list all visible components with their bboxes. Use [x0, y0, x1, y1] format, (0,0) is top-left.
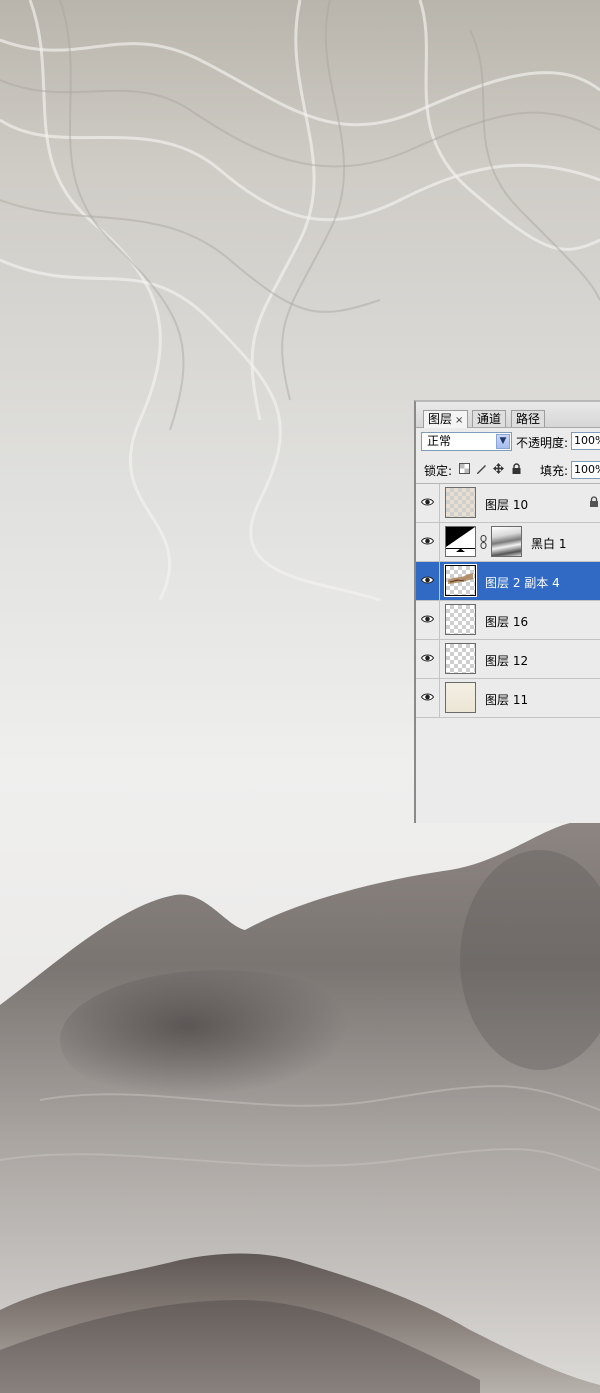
layer-name: 图层 10 [485, 498, 529, 512]
layer-thumbnail [444, 564, 477, 597]
layer-thumbnail [445, 643, 476, 674]
layer-name: 图层 12 [485, 654, 529, 668]
layer-name: 图层 11 [485, 693, 529, 707]
layer-thumbnail [445, 604, 476, 635]
layer-row[interactable]: 黑白 1 [416, 523, 600, 562]
visibility-eye-icon[interactable] [416, 679, 440, 717]
fill-input[interactable]: 100% [571, 461, 600, 479]
fill-label: 填充: [540, 464, 569, 478]
layer-row[interactable]: 图层 12 [416, 640, 600, 679]
link-chain-icon[interactable] [480, 535, 487, 552]
visibility-eye-icon[interactable] [416, 523, 440, 561]
layers-panel: 图层× 通道 路径 正常 ▼ 不透明度: 100% 锁定: 填充: 100% [414, 400, 600, 823]
close-icon[interactable]: × [455, 415, 463, 426]
tab-channels-label: 通道 [477, 412, 502, 426]
lock-fill-row: 锁定: 填充: 100% [416, 457, 600, 484]
lock-all-icon[interactable] [511, 463, 522, 474]
blend-mode-select[interactable]: 正常 ▼ [421, 432, 512, 451]
lock-label: 锁定: [424, 464, 453, 478]
layer-thumbnail [445, 487, 476, 518]
lock-image-icon[interactable] [476, 463, 487, 474]
tab-layers[interactable]: 图层 × [423, 410, 469, 428]
chevron-down-icon[interactable]: ▼ [496, 434, 510, 449]
lock-position-icon[interactable] [493, 463, 504, 474]
layer-thumbnail [445, 682, 476, 713]
tab-paths-label: 路径 [516, 412, 541, 426]
layer-row[interactable]: 图层 16 [416, 601, 600, 640]
layer-row[interactable]: 图层 10 [416, 484, 600, 523]
tab-paths[interactable]: 路径 [511, 410, 546, 427]
panel-tab-bar: 图层 × 通道 路径 [416, 402, 600, 428]
tab-channels[interactable]: 通道 [472, 410, 507, 427]
opacity-input[interactable]: 100% [571, 432, 600, 450]
visibility-eye-icon[interactable] [416, 562, 440, 600]
layer-name: 图层 2 副本 4 [485, 576, 560, 590]
layer-mask-thumbnail [491, 526, 522, 557]
layer-list: 图层 10 黑白 1 图层 2 副本 4 图层 16 图层 12 图层 11 [416, 484, 600, 718]
adjustment-thumbnail [445, 526, 476, 557]
layer-name: 黑白 1 [531, 537, 567, 551]
layer-lock-icon [589, 496, 599, 510]
blend-opacity-row: 正常 ▼ 不透明度: 100% [416, 429, 600, 455]
tab-layers-label: 图层 [428, 412, 453, 426]
visibility-eye-icon[interactable] [416, 601, 440, 639]
layer-row-selected[interactable]: 图层 2 副本 4 [416, 562, 600, 601]
layer-row[interactable]: 图层 11 [416, 679, 600, 718]
layer-name: 图层 16 [485, 615, 529, 629]
visibility-eye-icon[interactable] [416, 484, 440, 522]
visibility-eye-icon[interactable] [416, 640, 440, 678]
opacity-label: 不透明度: [516, 436, 569, 450]
lock-transparent-icon[interactable] [459, 463, 470, 474]
blend-mode-value: 正常 [427, 434, 452, 448]
